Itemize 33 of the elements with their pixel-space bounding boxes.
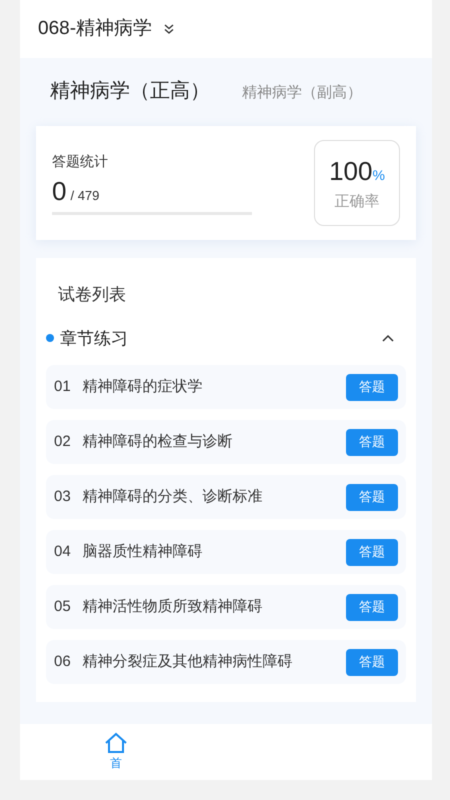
chapter-number: 06 [54, 652, 71, 672]
chapter-name: 精神障碍的分类、诊断标准 [82, 486, 263, 507]
header-bar[interactable]: 068-精神病学 [20, 0, 432, 58]
stats-title: 答题统计 [52, 152, 109, 172]
section-title: 章节练习 [60, 328, 128, 350]
category-tab[interactable]: 精神病学（正高） [50, 76, 210, 106]
chapter-name: 精神障碍的症状学 [82, 376, 203, 397]
chapter-row[interactable]: 04 脑器质性精神障碍 答题 [46, 530, 406, 574]
accuracy-label: 正确率 [334, 192, 380, 212]
chapter-number: 04 [54, 542, 71, 562]
chapter-name: 脑器质性精神障碍 [82, 542, 203, 562]
section-header[interactable]: 章节练习 [46, 326, 406, 351]
home-icon [104, 732, 128, 754]
chapter-number: 01 [54, 376, 71, 397]
nav-label: 首 [110, 755, 122, 772]
chapter-row[interactable]: 01 精神障碍的症状学 答题 [46, 365, 406, 409]
list-title: 试卷列表 [58, 284, 127, 306]
chapter-row[interactable]: 03 精神障碍的分类、诊断标准 答题 [46, 475, 406, 519]
answered-count: 0 [52, 178, 66, 204]
total-count: / 479 [70, 187, 100, 206]
course-title: 068-精神病学 [38, 16, 152, 41]
chapter-name: 精神障碍的检查与诊断 [82, 432, 233, 452]
double-chevron-icon [164, 24, 174, 34]
chapter-name: 精神活性物质所致精神障碍 [82, 596, 263, 617]
chapter-row[interactable]: 02 精神障碍的检查与诊断 答题 [46, 420, 406, 464]
accuracy-value: 100 [329, 155, 372, 188]
chapter-number: 02 [54, 432, 71, 452]
chapter-row[interactable]: 06 精神分裂症及其他精神病性障碍 答题 [46, 640, 406, 684]
percent-sign: % [372, 166, 385, 186]
chapter-name: 精神分裂症及其他精神病性障碍 [82, 652, 293, 672]
chapter-row[interactable]: 05 精神活性物质所致精神障碍 答题 [46, 585, 406, 629]
chapter-number: 03 [54, 486, 71, 507]
chapter-number: 05 [54, 596, 71, 617]
